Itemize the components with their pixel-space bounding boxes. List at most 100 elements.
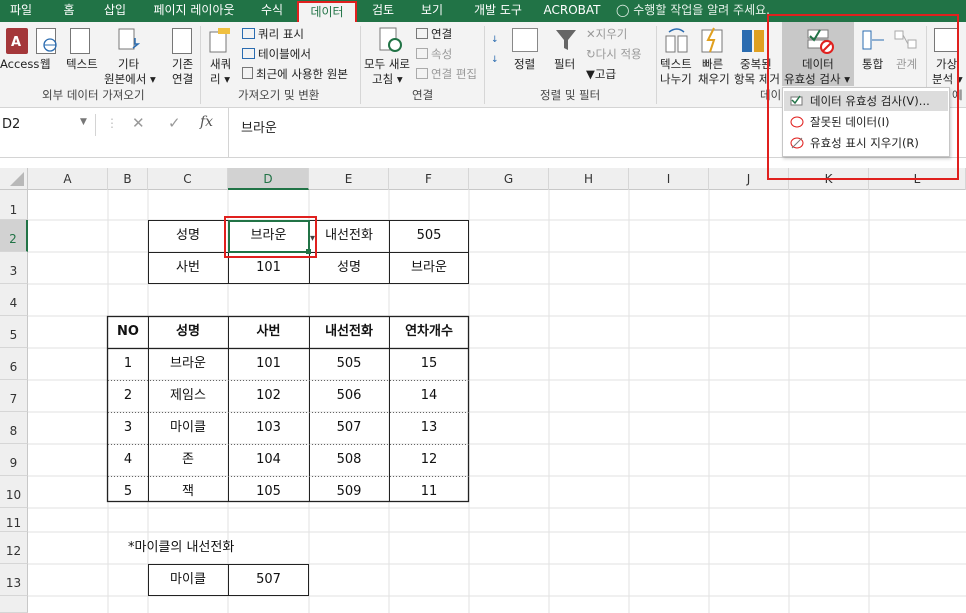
- sort-az-icon[interactable]: ↓ ↓: [490, 30, 504, 70]
- chevron-down-icon[interactable]: ▼: [80, 117, 87, 127]
- table-cell[interactable]: 11: [389, 476, 469, 508]
- table-cell[interactable]: 509: [309, 476, 389, 508]
- edit-links-button[interactable]: 연결 편집: [416, 67, 477, 82]
- tab-insert[interactable]: 삽입: [94, 0, 136, 22]
- table-header-no[interactable]: NO: [108, 316, 148, 348]
- column-header-h[interactable]: H: [549, 168, 629, 190]
- sort-button[interactable]: 정렬: [514, 57, 535, 72]
- table-cell[interactable]: 102: [228, 380, 309, 412]
- enter-icon[interactable]: ✓: [168, 114, 181, 132]
- insert-function-icon[interactable]: fx: [200, 114, 213, 130]
- table-cell[interactable]: 2: [108, 380, 148, 412]
- table-cell[interactable]: 제임스: [148, 380, 228, 412]
- table-cell[interactable]: 13: [389, 412, 469, 444]
- table-cell[interactable]: 507: [309, 412, 389, 444]
- worksheet[interactable]: 1 2 3 4 5 6 7 8 9 10 11 12 13 성명 브라운 내선전…: [0, 190, 966, 613]
- tab-review[interactable]: 검토: [363, 0, 403, 22]
- column-header-b[interactable]: B: [108, 168, 148, 190]
- existing-connections-label-1[interactable]: 기존: [172, 57, 193, 72]
- text-to-columns-label-1[interactable]: 텍스트: [660, 57, 692, 72]
- table-cell[interactable]: 15: [389, 348, 469, 380]
- web-button[interactable]: 웹: [40, 57, 51, 72]
- refresh-all-label-2[interactable]: 고침 ▾: [372, 72, 403, 87]
- row-header-3[interactable]: 3: [0, 252, 28, 284]
- flash-fill-label-1[interactable]: 빠른: [702, 57, 723, 72]
- table-cell[interactable]: 103: [228, 412, 309, 444]
- text-button[interactable]: 텍스트: [66, 57, 98, 72]
- other-sources-label-1[interactable]: 기타: [118, 57, 139, 72]
- row-header-14[interactable]: [0, 596, 28, 613]
- new-query-label-1[interactable]: 새쿼: [210, 57, 231, 72]
- cell-e2[interactable]: 내선전화: [309, 220, 389, 252]
- table-header-leave[interactable]: 연차개수: [389, 316, 469, 348]
- other-sources-label-2[interactable]: 원본에서 ▾: [104, 72, 156, 87]
- name-box[interactable]: D2 ▼: [0, 114, 96, 136]
- select-all-button[interactable]: [0, 168, 28, 190]
- row-header-4[interactable]: 4: [0, 284, 28, 316]
- column-header-d[interactable]: D: [228, 168, 309, 190]
- answer-extension-cell[interactable]: 507: [228, 564, 309, 596]
- table-cell[interactable]: 잭: [148, 476, 228, 508]
- table-cell[interactable]: 존: [148, 444, 228, 476]
- column-header-a[interactable]: A: [28, 168, 108, 190]
- cell-c3[interactable]: 사번: [148, 252, 228, 284]
- row-header-7[interactable]: 7: [0, 380, 28, 412]
- advanced-filter-button[interactable]: ▼고급: [586, 67, 616, 82]
- column-header-i[interactable]: I: [629, 168, 709, 190]
- table-cell[interactable]: 5: [108, 476, 148, 508]
- cell-f3[interactable]: 브라운: [389, 252, 469, 284]
- table-cell[interactable]: 브라운: [148, 348, 228, 380]
- row-header-12[interactable]: 12: [0, 532, 28, 564]
- tab-view[interactable]: 보기: [412, 0, 452, 22]
- table-cell[interactable]: 마이클: [148, 412, 228, 444]
- column-header-c[interactable]: C: [148, 168, 228, 190]
- row-header-8[interactable]: 8: [0, 412, 28, 444]
- table-header-extension[interactable]: 내선전화: [309, 316, 389, 348]
- row-header-5[interactable]: 5: [0, 316, 28, 348]
- answer-name-cell[interactable]: 마이클: [148, 564, 228, 596]
- table-cell[interactable]: 3: [108, 412, 148, 444]
- column-header-e[interactable]: E: [309, 168, 389, 190]
- table-cell[interactable]: 105: [228, 476, 309, 508]
- recent-sources-button[interactable]: 최근에 사용한 원본: [242, 67, 348, 82]
- access-button[interactable]: Access: [0, 57, 39, 72]
- row-header-6[interactable]: 6: [0, 348, 28, 380]
- table-cell[interactable]: 101: [228, 348, 309, 380]
- table-cell[interactable]: 505: [309, 348, 389, 380]
- existing-connections-label-2[interactable]: 연결: [172, 72, 193, 87]
- cell-c2[interactable]: 성명: [148, 220, 228, 252]
- from-table-button[interactable]: 테이블에서: [242, 47, 311, 62]
- column-header-f[interactable]: F: [389, 168, 469, 190]
- row-header-2[interactable]: 2: [0, 220, 28, 252]
- properties-button[interactable]: 속성: [416, 47, 452, 62]
- connections-button[interactable]: 연결: [416, 27, 452, 42]
- row-header-11[interactable]: 11: [0, 508, 28, 532]
- filter-button[interactable]: 필터: [554, 57, 575, 72]
- table-cell[interactable]: 14: [389, 380, 469, 412]
- tab-home[interactable]: 홈: [50, 0, 88, 22]
- table-header-name[interactable]: 성명: [148, 316, 228, 348]
- cell-f2[interactable]: 505: [389, 220, 469, 252]
- row-header-9[interactable]: 9: [0, 444, 28, 476]
- table-cell[interactable]: 506: [309, 380, 389, 412]
- note-text[interactable]: *마이클의 내선전화: [128, 532, 288, 564]
- tab-data[interactable]: 데이터: [297, 1, 357, 22]
- refresh-all-label-1[interactable]: 모두 새로: [364, 57, 410, 72]
- table-cell[interactable]: 104: [228, 444, 309, 476]
- cancel-icon[interactable]: ✕: [132, 114, 145, 132]
- show-queries-button[interactable]: 쿼리 표시: [242, 27, 304, 42]
- flash-fill-label-2[interactable]: 채우기: [698, 72, 730, 87]
- column-header-g[interactable]: G: [469, 168, 549, 190]
- table-cell[interactable]: 12: [389, 444, 469, 476]
- table-cell[interactable]: 508: [309, 444, 389, 476]
- table-header-id[interactable]: 사번: [228, 316, 309, 348]
- text-to-columns-label-2[interactable]: 나누기: [660, 72, 692, 87]
- clear-filter-button[interactable]: ✕지우기: [586, 27, 627, 42]
- tab-formulas[interactable]: 수식: [252, 0, 292, 22]
- row-header-13[interactable]: 13: [0, 564, 28, 596]
- table-cell[interactable]: 1: [108, 348, 148, 380]
- tell-me-box[interactable]: ◯ 수행할 작업을 알려 주세요.: [616, 0, 786, 22]
- reapply-button[interactable]: ↻다시 적용: [586, 47, 642, 62]
- tab-acrobat[interactable]: ACROBAT: [540, 0, 604, 22]
- table-cell[interactable]: 4: [108, 444, 148, 476]
